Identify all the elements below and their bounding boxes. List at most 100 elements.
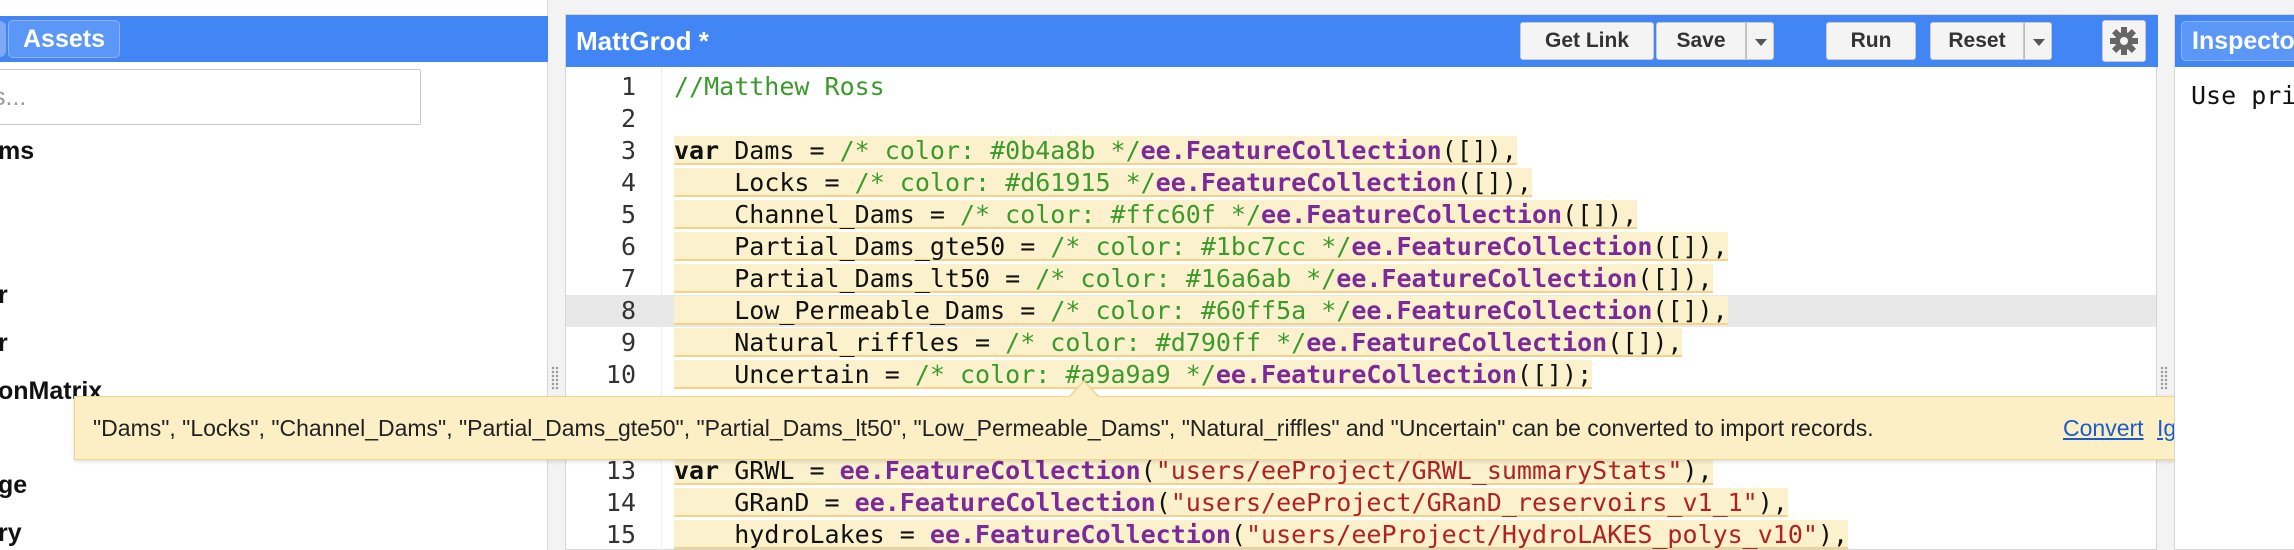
code-token: Low_Permeable_Dams [734, 296, 1006, 325]
line-code: Uncertain = /* color: #a9a9a9 */ee.Featu… [674, 359, 1593, 391]
line-number: 5 [620, 200, 636, 229]
code-token: /* color: #d790ff */ [1005, 328, 1307, 357]
reset-button[interactable]: Reset [1930, 22, 2024, 60]
import-candidate-highlight: hydroLakes = ee.FeatureCollection("users… [674, 520, 1849, 549]
code-token: var [674, 456, 720, 485]
code-token: "users/eeProject/GRanD_reservoirs_v1_1" [1170, 488, 1758, 517]
line-number: 2 [620, 104, 636, 133]
import-records-banner: "Dams", "Locks", "Channel_Dams", "Partia… [74, 396, 2242, 460]
code-token: /* color: #0b4a8b */ [839, 136, 1141, 165]
code-token: = [1005, 232, 1051, 261]
asset-list-item[interactable]: ry [0, 518, 22, 548]
asset-list-item[interactable]: ge [0, 470, 27, 500]
left-panel-tabbar: Assets [0, 16, 548, 62]
code-line[interactable]: 7 Partial_Dams_lt50 = /* color: #16a6ab … [566, 263, 2156, 295]
scripts-assets-panel: Assets s... ms r r onMatrix ge ry [0, 0, 548, 550]
gear-icon [2110, 27, 2138, 55]
code-line[interactable]: 9 Natural_riffles = /* color: #d790ff */… [566, 327, 2156, 359]
code-token: //Matthew Ross [674, 72, 885, 101]
code-token: = [869, 360, 915, 389]
chevron-down-icon [2033, 39, 2045, 46]
import-candidate-highlight: Uncertain = /* color: #a9a9a9 */ee.Featu… [674, 360, 1593, 389]
code-token: /* color: #d61915 */ [854, 168, 1156, 197]
tab-inspector[interactable]: Inspector [2181, 21, 2294, 61]
code-token: ee.FeatureCollection [1215, 360, 1517, 389]
code-token: ([]), [1637, 264, 1713, 293]
import-candidate-highlight: Partial_Dams_lt50 = /* color: #16a6ab */… [674, 264, 1713, 293]
code-line[interactable]: 4 Locks = /* color: #d61915 */ee.Feature… [566, 167, 2156, 199]
asset-list-item[interactable]: ms [0, 136, 34, 166]
left-splitter-handle[interactable] [551, 366, 559, 390]
code-token: "users/eeProject/GRWL_summaryStats" [1155, 456, 1683, 485]
line-code: hydroLakes = ee.FeatureCollection("users… [674, 519, 1849, 550]
line-number: 10 [605, 360, 636, 389]
code-token: /* color: #60ff5a */ [1050, 296, 1352, 325]
line-number: 15 [605, 520, 636, 549]
line-number: 6 [620, 232, 636, 261]
line-code: Locks = /* color: #d61915 */ee.FeatureCo… [674, 167, 1532, 199]
line-number: 4 [620, 168, 636, 197]
asset-search-input[interactable]: s... [0, 69, 421, 125]
import-candidate-highlight: Low_Permeable_Dams = /* color: #60ff5a *… [674, 296, 1728, 325]
code-token: ([]); [1516, 360, 1593, 389]
import-candidate-highlight: var Dams = /* color: #0b4a8b */ee.Featur… [674, 136, 1517, 165]
code-line[interactable]: 10 Uncertain = /* color: #a9a9a9 */ee.Fe… [566, 359, 2156, 391]
code-token: ee.FeatureCollection [1336, 264, 1638, 293]
code-token: = [960, 328, 1006, 357]
tab-assets[interactable]: Assets [8, 20, 120, 58]
code-line[interactable]: 3 var Dams = /* color: #0b4a8b */ee.Featu… [566, 135, 2156, 167]
code-token: Locks [734, 168, 810, 197]
code-token: Channel_Dams [734, 200, 915, 229]
code-token: ee.FeatureCollection [1306, 328, 1608, 357]
convert-link[interactable]: Convert [2063, 414, 2144, 442]
settings-button[interactable] [2102, 20, 2146, 62]
code-token: ), [1817, 520, 1849, 549]
code-editor[interactable]: 1 //Matthew Ross 2 3 var Dams = /* color: #0… [566, 67, 2156, 550]
code-token: ([]), [1441, 136, 1517, 165]
scripts-tab-edge[interactable] [0, 21, 6, 57]
code-token: = [794, 136, 840, 165]
reset-dropdown-button[interactable] [2024, 22, 2052, 60]
save-dropdown-button[interactable] [1746, 22, 1774, 60]
code-token: "users/eeProject/HydroLAKES_polys_v10" [1245, 520, 1818, 549]
code-token: = [914, 200, 960, 229]
import-candidate-highlight: Channel_Dams = /* color: #ffc60f */ee.Fe… [674, 200, 1638, 229]
code-token: hydroLakes [734, 520, 885, 549]
line-number: 3 [620, 136, 636, 165]
code-token: = [1005, 296, 1051, 325]
code-line[interactable]: 14 GRanD = ee.FeatureCollection("users/e… [566, 487, 2156, 519]
code-token: = [794, 456, 840, 485]
code-token: Natural_riffles [734, 328, 960, 357]
code-token: /* color: #16a6ab */ [1035, 264, 1337, 293]
code-token: /* color: #ffc60f */ [960, 200, 1262, 229]
line-number: 9 [620, 328, 636, 357]
code-token: /* color: #a9a9a9 */ [914, 360, 1216, 389]
line-code: var Dams = /* color: #0b4a8b */ee.Featur… [674, 135, 1517, 167]
code-line[interactable]: 15 hydroLakes = ee.FeatureCollection("us… [566, 519, 2156, 550]
code-line[interactable]: 8 Low_Permeable_Dams = /* color: #60ff5a… [566, 295, 2156, 327]
code-line[interactable]: 5 Channel_Dams = /* color: #ffc60f */ee.… [566, 199, 2156, 231]
asset-list-item[interactable]: r [0, 280, 8, 310]
line-code: Low_Permeable_Dams = /* color: #60ff5a *… [674, 295, 1728, 327]
inspector-hint: Use pri [2191, 81, 2294, 110]
code-line[interactable]: 1 //Matthew Ross [566, 71, 2156, 103]
asset-list-item[interactable]: r [0, 328, 8, 358]
code-line[interactable]: 6 Partial_Dams_gte50 = /* color: #1bc7cc… [566, 231, 2156, 263]
save-button[interactable]: Save [1656, 22, 1746, 60]
get-link-button[interactable]: Get Link [1520, 22, 1654, 60]
code-token: ee.FeatureCollection [929, 520, 1231, 549]
line-number: 14 [605, 488, 636, 517]
line-number: 1 [620, 72, 636, 101]
code-token: ee.FeatureCollection [1140, 136, 1442, 165]
code-token: ), [1757, 488, 1788, 517]
right-splitter-handle[interactable] [2160, 366, 2168, 390]
run-button[interactable]: Run [1826, 22, 1916, 60]
code-line[interactable]: 2 [566, 103, 2156, 135]
code-editor-panel: MattGrod * Get Link Save Run Reset 1 //M… [565, 14, 2158, 550]
